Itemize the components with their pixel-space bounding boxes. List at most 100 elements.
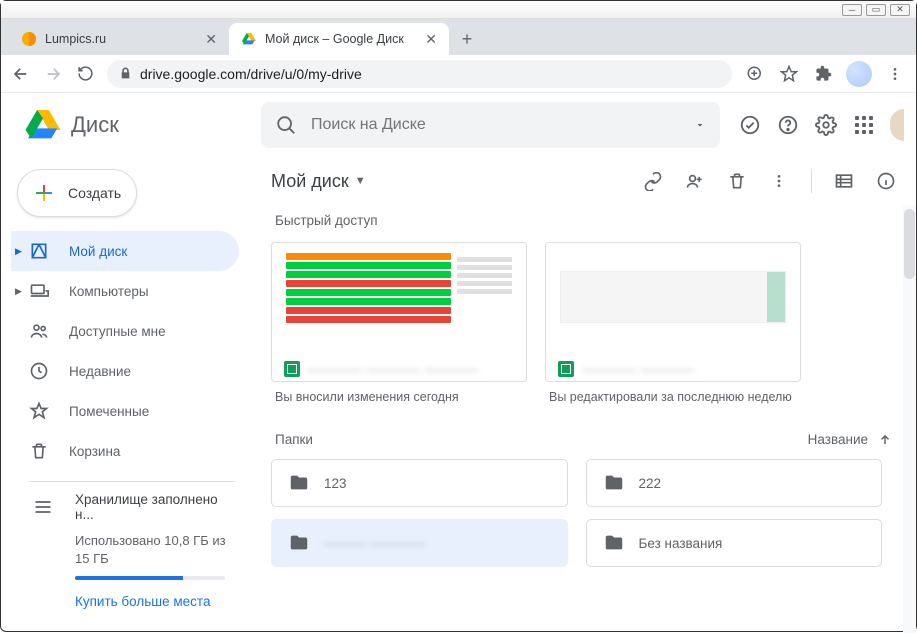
back-button[interactable] (11, 64, 31, 84)
browser-profile-avatar[interactable] (846, 61, 872, 87)
sidebar-item-recent[interactable]: Недавние (11, 351, 239, 391)
sort-label: Название (808, 432, 868, 447)
browser-tab-lumpics[interactable]: Lumpics.ru ✕ (9, 23, 229, 55)
sidebar-item-label: Корзина (69, 444, 120, 459)
sidebar-item-storage[interactable]: Хранилище заполнено н... (33, 492, 235, 522)
ready-offline-icon[interactable] (738, 113, 762, 137)
support-icon[interactable] (776, 113, 800, 137)
folder-name: 123 (324, 476, 347, 491)
browser-menu-icon[interactable] (884, 63, 906, 85)
search-icon (275, 114, 297, 136)
create-label: Создать (68, 185, 121, 201)
window-close-button[interactable]: ✕ (890, 4, 910, 16)
lock-icon (119, 67, 132, 80)
expand-icon[interactable]: ▶ (15, 286, 22, 297)
drive-logo-icon (23, 105, 63, 145)
google-apps-icon[interactable] (852, 113, 876, 137)
folder-icon (603, 472, 625, 494)
favicon-drive-icon (241, 31, 257, 47)
storage-section: Хранилище заполнено н... Использовано 10… (11, 492, 251, 609)
buy-storage-link[interactable]: Купить больше места (75, 594, 235, 609)
quick-card[interactable]: ———— ———— ———— Вы вносили изменения сего… (271, 242, 527, 404)
address-bar[interactable]: drive.google.com/drive/u/0/my-drive (107, 60, 732, 88)
window-maximize-button[interactable]: ▭ (866, 4, 886, 16)
star-icon (29, 401, 49, 421)
share-icon[interactable] (685, 171, 705, 191)
search-bar[interactable] (261, 102, 720, 148)
sidebar-item-label: Мой диск (69, 244, 127, 259)
file-list-area[interactable]: Быстрый доступ ———— ———— ———— (251, 205, 916, 633)
sidebar-item-shared[interactable]: Доступные мне (11, 311, 239, 351)
drive-header: Диск (1, 93, 916, 157)
create-button[interactable]: Создать (17, 169, 137, 217)
folder-item[interactable]: ——— ———— (271, 519, 568, 567)
sidebar-item-computers[interactable]: ▶ Компьютеры (11, 271, 239, 311)
drive-logo-area[interactable]: Диск (17, 105, 261, 145)
storage-progress (75, 576, 225, 580)
favicon-lumpics-icon (21, 31, 37, 47)
sidebar-item-starred[interactable]: Помеченные (11, 391, 239, 431)
account-avatar[interactable] (890, 109, 904, 141)
sidebar-item-label: Доступные мне (69, 324, 166, 339)
window-minimize-button[interactable]: ─ (842, 4, 862, 16)
trash-icon (29, 441, 49, 461)
folder-icon (288, 532, 310, 554)
browser-toolbar: drive.google.com/drive/u/0/my-drive (1, 55, 916, 93)
bookmark-star-icon[interactable] (778, 63, 800, 85)
view-list-icon[interactable] (834, 171, 854, 191)
folder-name: Без названия (639, 536, 723, 551)
main-area: Создать ▶ Мой диск ▶ Компьютеры Доступны… (1, 157, 916, 633)
sidebar-item-label: Компьютеры (69, 284, 149, 299)
sidebar-item-label: Помеченные (69, 404, 149, 419)
folder-item[interactable]: Без названия (586, 519, 883, 567)
folders-header: Папки Название (275, 432, 892, 447)
recent-icon (29, 361, 49, 381)
reload-button[interactable] (75, 64, 95, 84)
folder-name: 222 (639, 476, 662, 491)
folder-item[interactable]: 222 (586, 459, 883, 507)
breadcrumb[interactable]: Мой диск ▼ (271, 171, 366, 192)
folder-icon (288, 472, 310, 494)
file-name: ———— ———— (582, 362, 694, 377)
expand-icon[interactable]: ▶ (15, 246, 22, 257)
divider (811, 169, 812, 193)
sidebar: Создать ▶ Мой диск ▶ Компьютеры Доступны… (1, 157, 251, 633)
settings-gear-icon[interactable] (814, 113, 838, 137)
forward-button (43, 64, 63, 84)
divider (29, 481, 235, 482)
details-icon[interactable] (876, 171, 896, 191)
zoom-icon[interactable] (744, 63, 766, 85)
search-input[interactable] (311, 116, 680, 134)
mydrive-icon (29, 241, 49, 261)
scrollbar-thumb[interactable] (904, 209, 915, 279)
content-pane: Мой диск ▼ Быстрый доступ (251, 157, 916, 633)
tab-title: Lumpics.ru (45, 32, 197, 46)
folder-grid: 123 222 ——— ———— Без названия (271, 459, 896, 567)
sidebar-item-trash[interactable]: Корзина (11, 431, 239, 471)
thumbnail (546, 243, 800, 351)
folder-icon (603, 532, 625, 554)
search-options-icon[interactable] (694, 119, 706, 131)
sort-control[interactable]: Название (808, 432, 892, 447)
delete-icon[interactable] (727, 171, 747, 191)
folder-item[interactable]: 123 (271, 459, 568, 507)
sidebar-item-mydrive[interactable]: ▶ Мой диск (11, 231, 239, 271)
get-link-icon[interactable] (643, 171, 663, 191)
quick-access-row: ———— ———— ———— Вы вносили изменения сего… (271, 242, 896, 404)
sheets-icon (284, 361, 300, 377)
header-actions (720, 109, 900, 141)
toolbar-actions (643, 169, 896, 193)
sidebar-item-label: Недавние (69, 364, 131, 379)
close-icon[interactable]: ✕ (425, 31, 437, 48)
quick-subtitle: Вы вносили изменения сегодня (271, 388, 527, 404)
quick-subtitle: Вы редактировали за последнюю неделю (545, 388, 801, 404)
scrollbar-track[interactable] (903, 205, 916, 633)
quick-card[interactable]: ———— ———— Вы редактировали за последнюю … (545, 242, 801, 404)
browser-tab-drive[interactable]: Мой диск – Google Диск ✕ (229, 23, 449, 55)
more-options-icon[interactable] (769, 171, 789, 191)
chevron-down-icon: ▼ (355, 175, 366, 187)
extensions-icon[interactable] (812, 63, 834, 85)
close-icon[interactable]: ✕ (205, 31, 217, 48)
storage-icon (33, 497, 53, 517)
new-tab-button[interactable]: + (453, 25, 481, 53)
